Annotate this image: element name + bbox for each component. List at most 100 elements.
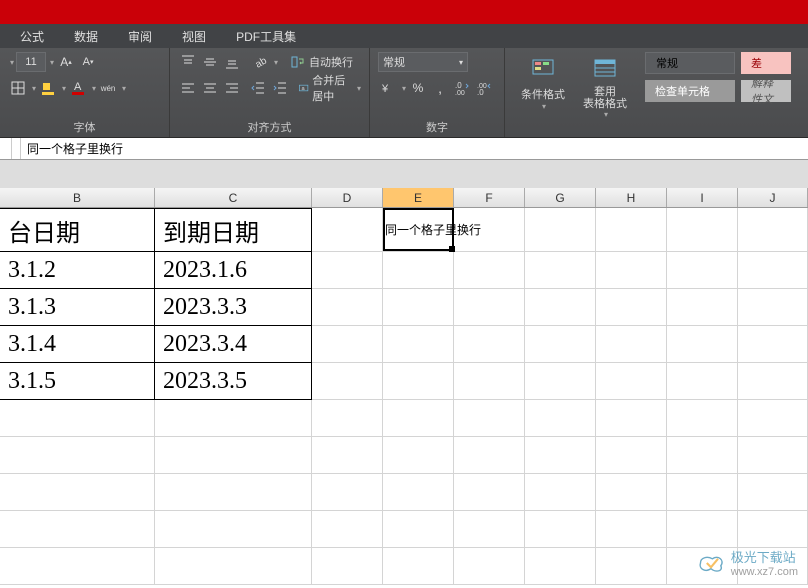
cell-i1[interactable]: [667, 208, 738, 252]
merge-dropdown[interactable]: ▾: [357, 84, 361, 93]
cell-i2[interactable]: [667, 252, 738, 289]
cell-d7[interactable]: [312, 437, 383, 474]
cell-c9[interactable]: [155, 511, 312, 548]
cell-d1[interactable]: [312, 208, 383, 252]
cell-c8[interactable]: [155, 474, 312, 511]
cell-e1[interactable]: 同一个格子里换行: [383, 208, 454, 252]
cell-f5[interactable]: [454, 363, 525, 400]
merge-center-button[interactable]: a 合并后居中: [296, 78, 353, 98]
cell-f3[interactable]: [454, 289, 525, 326]
cell-style-check[interactable]: 检查单元格: [645, 80, 735, 102]
cell-g4[interactable]: [525, 326, 596, 363]
orientation-dropdown[interactable]: ▾: [274, 58, 278, 67]
cell-i3[interactable]: [667, 289, 738, 326]
cell-d6[interactable]: [312, 400, 383, 437]
font-size-dropdown[interactable]: ▾: [50, 58, 54, 67]
currency-icon[interactable]: ¥: [378, 78, 398, 98]
cell-h1[interactable]: [596, 208, 667, 252]
border-dropdown[interactable]: ▾: [32, 84, 36, 93]
cell-h7[interactable]: [596, 437, 667, 474]
cell-f8[interactable]: [454, 474, 525, 511]
comma-icon[interactable]: ,: [430, 78, 450, 98]
cell-b6[interactable]: [0, 400, 155, 437]
phonetic-icon[interactable]: wén: [98, 78, 118, 98]
cell-f4[interactable]: [454, 326, 525, 363]
cell-style-normal[interactable]: 常规: [645, 52, 735, 74]
cell-e2[interactable]: [383, 252, 454, 289]
cell-e9[interactable]: [383, 511, 454, 548]
cell-c3[interactable]: 2023.3.3: [155, 289, 312, 326]
col-header-g[interactable]: G: [525, 188, 596, 207]
cell-i7[interactable]: [667, 437, 738, 474]
col-header-d[interactable]: D: [312, 188, 383, 207]
cell-i5[interactable]: [667, 363, 738, 400]
format-table-dropdown[interactable]: ▾: [604, 110, 608, 119]
cell-e7[interactable]: [383, 437, 454, 474]
cell-j2[interactable]: [738, 252, 808, 289]
cell-f9[interactable]: [454, 511, 525, 548]
percent-icon[interactable]: %: [408, 78, 428, 98]
col-header-h[interactable]: H: [596, 188, 667, 207]
cell-c10[interactable]: [155, 548, 312, 585]
cell-b9[interactable]: [0, 511, 155, 548]
cell-f10[interactable]: [454, 548, 525, 585]
menu-review[interactable]: 审阅: [113, 24, 167, 48]
menu-formula[interactable]: 公式: [5, 24, 59, 48]
cell-b1[interactable]: 台日期: [0, 208, 155, 252]
cell-b10[interactable]: [0, 548, 155, 585]
cell-style-bad[interactable]: 差: [741, 52, 791, 74]
increase-decimal-icon[interactable]: .0.00: [452, 78, 472, 98]
col-header-i[interactable]: I: [667, 188, 738, 207]
cell-g8[interactable]: [525, 474, 596, 511]
decrease-indent-icon[interactable]: [248, 78, 268, 98]
cell-b8[interactable]: [0, 474, 155, 511]
cell-c1[interactable]: 到期日期: [155, 208, 312, 252]
cell-b5[interactable]: 3.1.5: [0, 363, 155, 400]
orientation-icon[interactable]: ab: [250, 52, 270, 72]
cell-j5[interactable]: [738, 363, 808, 400]
cell-g5[interactable]: [525, 363, 596, 400]
name-box[interactable]: [0, 138, 12, 159]
cell-h8[interactable]: [596, 474, 667, 511]
cell-b2[interactable]: 3.1.2: [0, 252, 155, 289]
currency-dropdown[interactable]: ▾: [402, 84, 406, 93]
cell-g3[interactable]: [525, 289, 596, 326]
cell-g9[interactable]: [525, 511, 596, 548]
number-format-select[interactable]: 常规▾: [378, 52, 468, 72]
fill-color-icon[interactable]: [38, 78, 58, 98]
cell-j9[interactable]: [738, 511, 808, 548]
cell-d5[interactable]: [312, 363, 383, 400]
cell-e10[interactable]: [383, 548, 454, 585]
cell-e5[interactable]: [383, 363, 454, 400]
cell-g6[interactable]: [525, 400, 596, 437]
cell-e4[interactable]: [383, 326, 454, 363]
cell-i8[interactable]: [667, 474, 738, 511]
cell-d3[interactable]: [312, 289, 383, 326]
decrease-decimal-icon[interactable]: .00.0: [474, 78, 494, 98]
cell-c7[interactable]: [155, 437, 312, 474]
cell-b7[interactable]: [0, 437, 155, 474]
fill-color-dropdown[interactable]: ▾: [62, 84, 66, 93]
fx-icon[interactable]: [12, 138, 21, 159]
align-middle-icon[interactable]: [200, 52, 220, 72]
col-header-j[interactable]: J: [738, 188, 808, 207]
cell-d4[interactable]: [312, 326, 383, 363]
cell-b3[interactable]: 3.1.3: [0, 289, 155, 326]
cell-j7[interactable]: [738, 437, 808, 474]
cell-h6[interactable]: [596, 400, 667, 437]
cell-i4[interactable]: [667, 326, 738, 363]
align-left-icon[interactable]: [178, 78, 198, 98]
cell-c2[interactable]: 2023.1.6: [155, 252, 312, 289]
formula-input[interactable]: [21, 138, 808, 159]
col-header-e[interactable]: E: [383, 188, 454, 207]
cell-i6[interactable]: [667, 400, 738, 437]
cell-b4[interactable]: 3.1.4: [0, 326, 155, 363]
font-color-dropdown[interactable]: ▾: [92, 84, 96, 93]
cell-g10[interactable]: [525, 548, 596, 585]
cell-j3[interactable]: [738, 289, 808, 326]
align-top-icon[interactable]: [178, 52, 198, 72]
border-icon[interactable]: [8, 78, 28, 98]
menu-view[interactable]: 视图: [167, 24, 221, 48]
cell-f7[interactable]: [454, 437, 525, 474]
cell-e3[interactable]: [383, 289, 454, 326]
